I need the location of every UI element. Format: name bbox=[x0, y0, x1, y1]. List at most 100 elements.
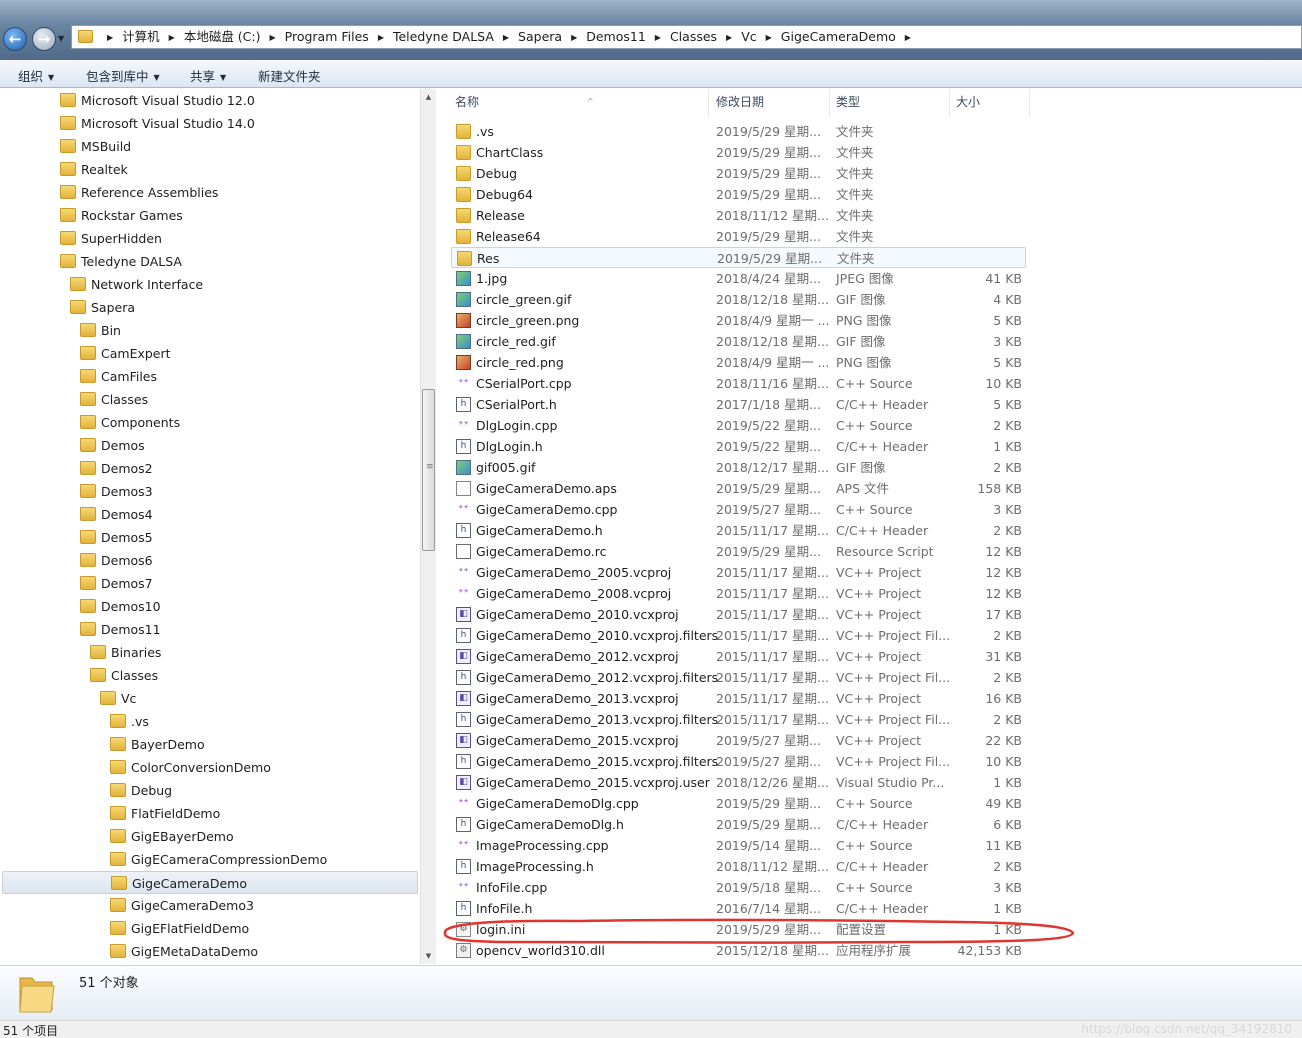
breadcrumb-item[interactable]: GigeCameraDemo bbox=[781, 26, 896, 48]
organize-button[interactable]: 组织 ▼ bbox=[18, 66, 54, 85]
tree-item[interactable]: Demos5 bbox=[80, 526, 360, 549]
recent-pages-dropdown-icon[interactable]: ▼ bbox=[58, 34, 64, 43]
file-row[interactable]: .vs 2019/5/29 星期... 文件夹 bbox=[451, 121, 1026, 142]
breadcrumb-item[interactable]: 本地磁盘 (C:) bbox=[184, 26, 261, 48]
file-row[interactable]: ⚙ login.ini 2019/5/29 星期... 配置设置 1 KB bbox=[451, 919, 1026, 940]
tree-item[interactable]: Rockstar Games bbox=[60, 204, 360, 227]
file-row[interactable]: h GigeCameraDemo_2013.vcxproj.filters 2015… bbox=[451, 709, 1026, 730]
column-type[interactable]: 类型 bbox=[830, 89, 950, 116]
breadcrumb-item[interactable]: 计算机 bbox=[122, 26, 160, 48]
breadcrumb-separator-icon[interactable]: ▶ bbox=[571, 27, 577, 49]
file-row[interactable]: circle_green.gif 2018/12/18 星期... GIF 图像 4 … bbox=[451, 289, 1026, 310]
file-row[interactable]: ◧ GigeCameraDemo_2015.vcxproj.user 2018/12… bbox=[451, 772, 1026, 793]
breadcrumb[interactable]: ▶ 计算机 ▶ 本地磁盘 (C:) ▶ Program Files ▶ Teledyne DA… bbox=[71, 25, 1302, 49]
column-date[interactable]: 修改日期 bbox=[710, 89, 830, 116]
scroll-up-icon[interactable]: ▲ bbox=[421, 89, 436, 105]
breadcrumb-item[interactable]: Teledyne DALSA bbox=[393, 26, 494, 48]
file-row[interactable]: h InfoFile.h 2016/7/14 星期... C/C++ Header 1 … bbox=[451, 898, 1026, 919]
breadcrumb-item[interactable]: Sapera bbox=[518, 26, 562, 48]
breadcrumb-separator-icon[interactable]: ▶ bbox=[766, 27, 772, 49]
breadcrumb-separator-icon[interactable]: ▶ bbox=[378, 27, 384, 49]
file-row[interactable]: ◧ GigeCameraDemo_2013.vcxproj 2015/11/17 星… bbox=[451, 688, 1026, 709]
file-row[interactable]: h GigeCameraDemo_2010.vcxproj.filters 2015… bbox=[451, 625, 1026, 646]
breadcrumb-item[interactable]: Vc bbox=[741, 26, 756, 48]
tree-item[interactable]: SuperHidden bbox=[60, 227, 360, 250]
tree-item[interactable]: Sapera bbox=[70, 296, 360, 319]
breadcrumb-item[interactable]: Classes bbox=[670, 26, 717, 48]
column-name[interactable]: 名称 ^ bbox=[449, 89, 709, 116]
file-row[interactable]: ◧ GigeCameraDemo_2012.vcxproj 2015/11/17 星… bbox=[451, 646, 1026, 667]
file-row[interactable]: GigeCameraDemo.rc 2019/5/29 星期... Resource… bbox=[451, 541, 1026, 562]
file-row[interactable]: Debug64 2019/5/29 星期... 文件夹 bbox=[451, 184, 1026, 205]
breadcrumb-separator-icon[interactable]: ▶ bbox=[169, 27, 175, 49]
tree-item[interactable]: Network Interface bbox=[70, 273, 360, 296]
breadcrumb-separator-icon[interactable]: ▶ bbox=[905, 27, 911, 49]
include-in-library-button[interactable]: 包含到库中 ▼ bbox=[86, 66, 160, 85]
file-row[interactable]: GigeCameraDemo.aps 2019/5/29 星期... APS 文件 1… bbox=[451, 478, 1026, 499]
tree-item[interactable]: GigEFlatFieldDemo bbox=[110, 917, 360, 940]
file-row[interactable]: h CSerialPort.h 2017/1/18 星期... C/C++ Heade… bbox=[451, 394, 1026, 415]
tree-item[interactable]: Demos4 bbox=[80, 503, 360, 526]
scroll-down-icon[interactable]: ▼ bbox=[421, 948, 436, 964]
tree-item[interactable]: Components bbox=[80, 411, 360, 434]
file-row[interactable]: Res 2019/5/29 星期... 文件夹 bbox=[451, 247, 1026, 268]
share-button[interactable]: 共享 ▼ bbox=[190, 66, 226, 85]
breadcrumb-separator-icon[interactable]: ▶ bbox=[107, 27, 113, 49]
file-row[interactable]: ◧ GigeCameraDemo_2015.vcxproj 2019/5/27 星期… bbox=[451, 730, 1026, 751]
file-row[interactable]: ⁺⁺ GigeCameraDemo_2005.vcproj 2015/11/17 星… bbox=[451, 562, 1026, 583]
file-row[interactable]: h GigeCameraDemoDlg.h 2019/5/29 星期... C/C++… bbox=[451, 814, 1026, 835]
file-row[interactable]: h DlgLogin.h 2019/5/22 星期... C/C++ Header 1 … bbox=[451, 436, 1026, 457]
file-row[interactable]: circle_red.gif 2018/12/18 星期... GIF 图像 3 KB bbox=[451, 331, 1026, 352]
file-row[interactable]: h GigeCameraDemo.h 2015/11/17 星期... C/C++ H… bbox=[451, 520, 1026, 541]
tree-item[interactable]: Microsoft Visual Studio 12.0 bbox=[60, 89, 360, 112]
tree-item[interactable]: CamFiles bbox=[80, 365, 360, 388]
tree-item[interactable]: CamExpert bbox=[80, 342, 360, 365]
tree-item[interactable]: Debug bbox=[110, 779, 360, 802]
file-row[interactable]: h GigeCameraDemo_2012.vcxproj.filters 2015… bbox=[451, 667, 1026, 688]
file-row[interactable]: ⁺⁺ GigeCameraDemoDlg.cpp 2019/5/29 星期... C+… bbox=[451, 793, 1026, 814]
file-row[interactable]: ◧ GigeCameraDemo_2010.vcxproj 2015/11/17 星… bbox=[451, 604, 1026, 625]
tree-item[interactable]: .vs bbox=[110, 710, 360, 733]
file-row[interactable]: ChartClass 2019/5/29 星期... 文件夹 bbox=[451, 142, 1026, 163]
file-row[interactable]: Release64 2019/5/29 星期... 文件夹 bbox=[451, 226, 1026, 247]
file-row[interactable]: ⁺⁺ GigeCameraDemo_2008.vcproj 2015/11/17 星… bbox=[451, 583, 1026, 604]
tree-item[interactable]: Demos10 bbox=[80, 595, 360, 618]
tree-item[interactable]: Demos3 bbox=[80, 480, 360, 503]
tree-item[interactable]: Demos11 bbox=[80, 618, 360, 641]
tree-scrollbar[interactable]: ▲ ≡ ▼ bbox=[420, 89, 436, 964]
file-row[interactable]: ⁺⁺ GigeCameraDemo.cpp 2019/5/27 星期... C++ S… bbox=[451, 499, 1026, 520]
tree-item[interactable]: Classes bbox=[90, 664, 360, 687]
file-row[interactable]: Release 2018/11/12 星期... 文件夹 bbox=[451, 205, 1026, 226]
breadcrumb-item[interactable]: Program Files bbox=[285, 26, 369, 48]
tree-item[interactable]: Vc bbox=[100, 687, 360, 710]
tree-item[interactable]: GigeCameraDemo3 bbox=[110, 894, 360, 917]
file-row[interactable]: ⁺⁺ ImageProcessing.cpp 2019/5/14 星期... C++ … bbox=[451, 835, 1026, 856]
tree-item[interactable]: GigeCameraDemo bbox=[2, 871, 418, 894]
file-row[interactable]: h GigeCameraDemo_2015.vcxproj.filters 2019… bbox=[451, 751, 1026, 772]
scrollbar-thumb[interactable]: ≡ bbox=[422, 389, 435, 551]
file-row[interactable]: gif005.gif 2018/12/17 星期... GIF 图像 2 KB bbox=[451, 457, 1026, 478]
tree-item[interactable]: GigEBayerDemo bbox=[110, 825, 360, 848]
tree-item[interactable]: Demos6 bbox=[80, 549, 360, 572]
tree-item[interactable]: GigECameraCompressionDemo bbox=[110, 848, 360, 871]
tree-item[interactable]: Demos bbox=[80, 434, 360, 457]
file-row[interactable]: ⁺⁺ CSerialPort.cpp 2018/11/16 星期... C++ Sou… bbox=[451, 373, 1026, 394]
breadcrumb-separator-icon[interactable]: ▶ bbox=[726, 27, 732, 49]
tree-item[interactable]: Teledyne DALSA bbox=[60, 250, 360, 273]
tree-item[interactable]: Microsoft Visual Studio 14.0 bbox=[60, 112, 360, 135]
tree-item[interactable]: MSBuild bbox=[60, 135, 360, 158]
tree-item[interactable]: Realtek bbox=[60, 158, 360, 181]
tree-item[interactable]: Bin bbox=[80, 319, 360, 342]
file-row[interactable]: ⚙ opencv_world310.dll 2015/12/18 星期... 应用程序… bbox=[451, 940, 1026, 961]
breadcrumb-item[interactable]: Demos11 bbox=[586, 26, 646, 48]
file-row[interactable]: circle_green.png 2018/4/9 星期一 ... PNG 图像 5 … bbox=[451, 310, 1026, 331]
file-row[interactable]: h ImageProcessing.h 2018/11/12 星期... C/C++ … bbox=[451, 856, 1026, 877]
file-row[interactable]: Debug 2019/5/29 星期... 文件夹 bbox=[451, 163, 1026, 184]
back-button[interactable]: ← bbox=[3, 27, 27, 51]
column-size[interactable]: 大小 bbox=[950, 89, 1030, 116]
breadcrumb-separator-icon[interactable]: ▶ bbox=[270, 27, 276, 49]
tree-item[interactable]: Binaries bbox=[90, 641, 360, 664]
file-row[interactable]: circle_red.png 2018/4/9 星期一 ... PNG 图像 5 KB bbox=[451, 352, 1026, 373]
tree-item[interactable]: Demos2 bbox=[80, 457, 360, 480]
forward-button[interactable]: → bbox=[32, 27, 56, 51]
